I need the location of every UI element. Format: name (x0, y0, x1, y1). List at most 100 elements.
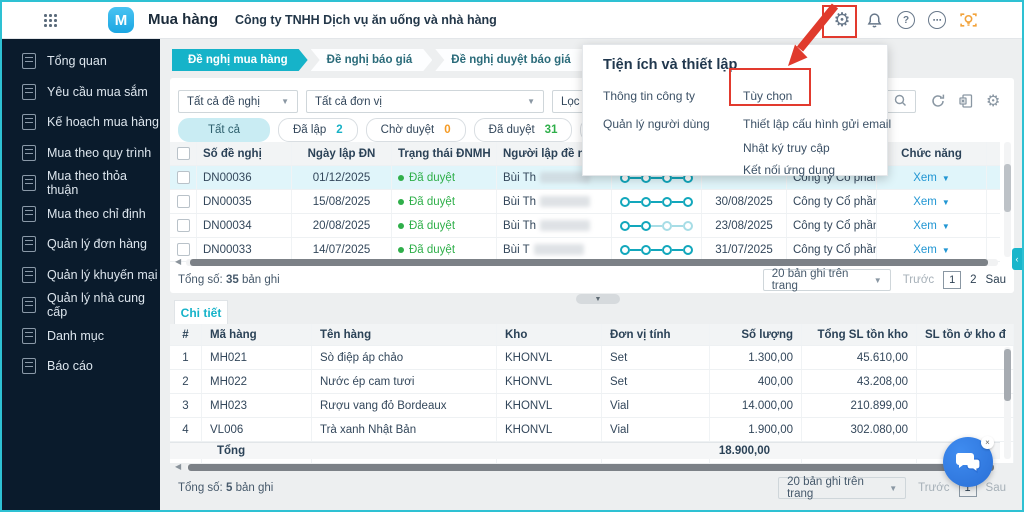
app-logo[interactable]: M (108, 7, 134, 33)
pill-label: Đã lập (293, 124, 327, 136)
detail-row[interactable]: 4 VL006 Trà xanh Nhật Bản KHONVL Vial 1.900,0… (170, 418, 1014, 442)
table-settings-icon[interactable]: ⚙ (986, 91, 1000, 111)
col-header-don-vi-tinh[interactable]: Đơn vị tính (602, 324, 710, 345)
row-checkbox[interactable] (176, 171, 190, 184)
tab-chi-tiet[interactable]: Chi tiết (174, 300, 228, 327)
pill-da-duyet[interactable]: Đã duyệt 31 (473, 118, 573, 142)
cell-date: 15/08/2025 (292, 190, 392, 213)
bell-icon[interactable] (863, 9, 885, 31)
dropdown-title: Tiện ích và thiết lập (603, 57, 738, 73)
pagination-next[interactable]: Sau (986, 482, 1006, 494)
record-count: Tổng số: 35 bản ghi (178, 274, 280, 286)
workflow-stepper (620, 244, 693, 255)
help-icon[interactable]: ? (895, 9, 917, 31)
detail-row[interactable]: 2 MH022 Nước ép cam tươi KHONVL Set 400,00 43.… (170, 370, 1014, 394)
pill-label: Đã duyệt (488, 124, 535, 136)
pagination-page-2[interactable]: 2 (970, 274, 976, 286)
page-title: Mua hàng (148, 11, 218, 28)
view-action-link[interactable]: Xem ▼ (913, 196, 950, 208)
cell-date: 14/07/2025 (292, 238, 392, 261)
scroll-left-arrow[interactable]: ◀ (175, 462, 181, 471)
row-checkbox[interactable] (176, 243, 190, 256)
table-row[interactable]: DN00035 15/08/2025 Đã duyệt Bùi Th 30/08… (170, 190, 1000, 214)
app-launcher-icon[interactable] (44, 14, 57, 27)
refresh-icon[interactable] (930, 93, 946, 112)
redacted-name (540, 220, 591, 231)
panel-collapse-tab[interactable]: ‹ (1012, 248, 1022, 270)
col-header-sl-ton-o-kho[interactable]: SL tồn ở kho đ (917, 324, 1014, 345)
sidebar-item-ke-hoach-mua-hang[interactable]: Kế hoạch mua hàng (2, 107, 160, 138)
sidebar-item-yeu-cau-mua-sam[interactable]: Yêu cầu mua sắm (2, 77, 160, 108)
detail-row[interactable]: 1 MH021 Sò điệp áp chảo KHONVL Set 1.300,00 45… (170, 346, 1014, 370)
table-row[interactable]: DN00034 20/08/2025 Đã duyệt Bùi Th 23/08… (170, 214, 1000, 238)
view-action-link[interactable]: Xem ▼ (913, 220, 950, 232)
sidebar-item-mua-theo-chi-dinh[interactable]: Mua theo chỉ định (2, 199, 160, 230)
cell-id: DN00033 (197, 238, 292, 261)
tab-de-nghi-mua-hang[interactable]: Đề nghị mua hàng (172, 49, 308, 71)
lightbulb-icon[interactable] (957, 9, 979, 31)
col-header-trang-thai[interactable]: Trạng thái ĐNMH (392, 142, 497, 165)
menu-item-thiet-lap-email[interactable]: Thiết lập cấu hình gửi email (743, 117, 891, 131)
proposal-filter-select[interactable]: Tất cả đề nghị ▼ (178, 90, 298, 113)
tab-de-nghi-duyet-bao-gia[interactable]: Đề nghị duyệt báo giá (435, 49, 590, 71)
row-checkbox[interactable] (176, 219, 190, 232)
pagination-prev[interactable]: Trước (903, 274, 934, 286)
assignment-icon (22, 205, 36, 222)
col-header-tong-sl-ton-kho[interactable]: Tổng SL tồn kho (802, 324, 917, 345)
more-options-icon[interactable]: ⋯ (926, 9, 948, 31)
sidebar-item-tong-quan[interactable]: Tổng quan (2, 46, 160, 77)
page-size-value: 20 bản ghi trên trang (787, 476, 864, 500)
detail-row[interactable]: 3 MH023 Rượu vang đỏ Bordeaux KHONVL Vial 14.… (170, 394, 1014, 418)
sidebar-item-quan-ly-don-hang[interactable]: Quản lý đơn hàng (2, 229, 160, 260)
cell-id: DN00036 (197, 166, 292, 189)
vertical-scrollbar[interactable] (1004, 142, 1011, 257)
page-size-select[interactable]: 20 bản ghi trên trang ▼ (778, 476, 907, 500)
menu-item-ket-noi-ung-dung[interactable]: Kết nối ứng dụng (743, 163, 835, 177)
col-header-stt[interactable]: # (170, 324, 202, 345)
pill-da-lap[interactable]: Đã lập 2 (278, 118, 358, 142)
sidebar-item-danh-muc[interactable]: Danh mục (2, 321, 160, 352)
pagination-page-1[interactable]: 1 (943, 271, 962, 289)
sidebar-item-quan-ly-khuyen-mai[interactable]: Quản lý khuyến mại (2, 260, 160, 291)
sidebar-item-label: Tổng quan (47, 54, 107, 69)
sidebar-item-mua-theo-thoa-thuan[interactable]: Mua theo thỏa thuận (2, 168, 160, 199)
sidebar-item-bao-cao[interactable]: Báo cáo (2, 351, 160, 382)
col-header-so-de-nghi[interactable]: Số đề nghị (197, 142, 292, 165)
sidebar-item-quan-ly-nha-cung-cap[interactable]: Quản lý nhà cung cấp (2, 290, 160, 321)
col-header-chuc-nang[interactable]: Chức năng (877, 142, 987, 165)
unit-filter-select[interactable]: Tất cả đơn vị ▼ (306, 90, 544, 113)
view-action-link[interactable]: Xem ▼ (913, 244, 950, 256)
cell-creator: Bùi T (497, 238, 612, 261)
pill-tat-ca[interactable]: Tất cả (178, 118, 270, 142)
horizontal-scrollbar[interactable]: ◀ (175, 257, 998, 266)
cell-stage-date: 30/08/2025 (702, 190, 787, 213)
pill-cho-duyet[interactable]: Chờ duyệt 0 (365, 118, 466, 142)
chat-support-button[interactable]: × (943, 436, 994, 487)
app-window: M Mua hàng Công ty TNHH Dịch vụ ăn uống … (0, 0, 1024, 512)
scroll-left-arrow[interactable]: ◀ (175, 257, 181, 266)
page-size-select[interactable]: 20 bản ghi trên trang ▼ (762, 268, 891, 292)
pagination-next[interactable]: Sau (986, 274, 1006, 286)
sidebar-item-label: Quản lý khuyến mại (47, 267, 158, 282)
detail-header-row: # Mã hàng Tên hàng Kho Đơn vị tính Số lư… (170, 324, 1014, 346)
view-action-link[interactable]: Xem ▼ (913, 172, 950, 184)
col-header-so-luong[interactable]: Số lượng (710, 324, 802, 345)
horizontal-scrollbar[interactable]: ◀ (175, 462, 998, 471)
tab-de-nghi-bao-gia[interactable]: Đề nghị báo giá (311, 49, 433, 71)
chat-close-badge[interactable]: × (981, 436, 994, 449)
export-excel-icon[interactable] (958, 93, 974, 112)
col-header-ten-hang[interactable]: Tên hàng (312, 324, 497, 345)
menu-item-thong-tin-cong-ty[interactable]: Thông tin công ty (603, 89, 695, 103)
sidebar-item-mua-theo-quy-trinh[interactable]: Mua theo quy trình (2, 138, 160, 169)
menu-item-quan-ly-nguoi-dung[interactable]: Quản lý người dùng (603, 117, 710, 131)
col-header-ma-hang[interactable]: Mã hàng (202, 324, 312, 345)
pagination-prev[interactable]: Trước (918, 482, 949, 494)
row-checkbox[interactable] (176, 195, 190, 208)
vertical-scrollbar[interactable] (1004, 347, 1011, 459)
col-header-ngay-lap[interactable]: Ngày lập ĐN (292, 142, 392, 165)
cell-company: Công ty Cổ phần gi... (787, 214, 877, 237)
select-all-checkbox[interactable] (176, 147, 190, 160)
menu-item-nhat-ky-truy-cap[interactable]: Nhật ký truy cập (743, 141, 830, 155)
redacted-name (540, 196, 591, 207)
col-header-kho[interactable]: Kho (497, 324, 602, 345)
